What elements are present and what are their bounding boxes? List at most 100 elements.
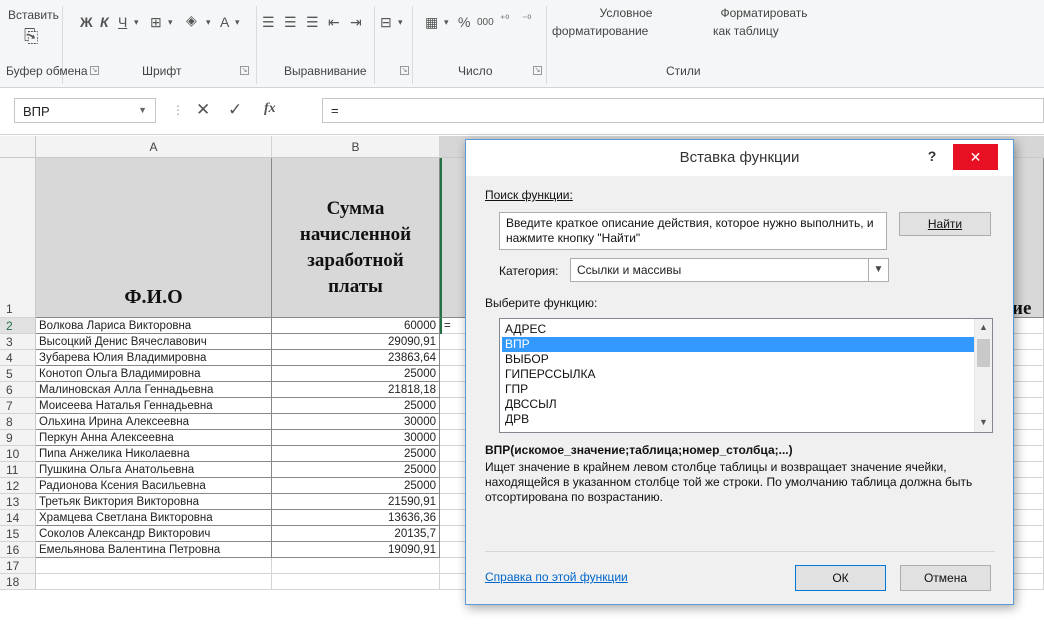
borders-icon[interactable]: ⊞ [150, 14, 162, 30]
row-header[interactable]: 6 [0, 382, 36, 398]
function-item[interactable]: АДРЕС [502, 322, 974, 337]
scroll-down-icon[interactable]: ▼ [975, 414, 992, 431]
cell-name[interactable]: Храмцева Светлана Викторовна [36, 510, 272, 526]
row-header[interactable]: 17 [0, 558, 36, 574]
font-color-dropdown-icon[interactable]: ▾ [235, 14, 240, 30]
paste-icon[interactable]: ⎘ [24, 27, 38, 45]
row-header[interactable]: 15 [0, 526, 36, 542]
thousands-button[interactable]: 000 [477, 15, 494, 31]
formula-input[interactable]: = [322, 98, 1044, 123]
italic-button[interactable]: К [100, 14, 109, 30]
row-header[interactable]: 12 [0, 478, 36, 494]
name-box-dropdown-icon[interactable]: ▼ [138, 105, 147, 115]
help-icon[interactable]: ? [920, 144, 944, 168]
cell-value[interactable]: 25000 [272, 462, 440, 478]
function-item[interactable]: ГПР [502, 382, 974, 397]
cell-name[interactable]: Перкун Анна Алексеевна [36, 430, 272, 446]
active-cell-c2[interactable]: = [444, 318, 451, 334]
insert-function-button[interactable]: fx [264, 101, 276, 117]
category-dropdown-icon[interactable]: ▼ [868, 259, 888, 281]
column-header-a[interactable]: A [36, 136, 272, 158]
cell-value[interactable]: 30000 [272, 414, 440, 430]
number-format-dropdown-icon[interactable]: ▾ [444, 14, 449, 30]
function-list[interactable]: АДРЕС ВПР ВЫБОР ГИПЕРССЫЛКА ГПР ДВССЫЛ Д… [499, 318, 993, 433]
cell-value[interactable]: 25000 [272, 366, 440, 382]
underline-button[interactable]: Ч [118, 14, 127, 30]
row-header[interactable]: 9 [0, 430, 36, 446]
bold-button[interactable]: Ж [80, 14, 93, 30]
row-header[interactable]: 11 [0, 462, 36, 478]
number-launcher-icon[interactable]: ↘ [533, 66, 542, 75]
function-item[interactable]: ГИПЕРССЫЛКА [502, 367, 974, 382]
cell-value[interactable] [272, 558, 440, 574]
cell-value[interactable]: 21818,18 [272, 382, 440, 398]
borders-dropdown-icon[interactable]: ▾ [168, 14, 173, 30]
cell-value[interactable] [272, 574, 440, 590]
row-header[interactable]: 14 [0, 510, 36, 526]
header-fio-cell[interactable]: Ф.И.О [36, 158, 272, 318]
percent-button[interactable]: % [458, 14, 470, 30]
scroll-up-icon[interactable]: ▲ [975, 319, 992, 336]
function-item[interactable]: ВЫБОР [502, 352, 974, 367]
cell-value[interactable]: 23863,64 [272, 350, 440, 366]
align-right-icon[interactable]: ☰ [306, 14, 319, 30]
cell-value[interactable]: 19090,91 [272, 542, 440, 558]
paste-button[interactable]: Вставить [8, 8, 59, 22]
row-header[interactable]: 5 [0, 366, 36, 382]
cell-name[interactable]: Волкова Лариса Викторовна [36, 318, 272, 334]
cell-name[interactable]: Моисеева Наталья Геннадьевна [36, 398, 272, 414]
row-header[interactable]: 3 [0, 334, 36, 350]
clipboard-launcher-icon[interactable]: ↘ [90, 66, 99, 75]
name-box[interactable]: ВПР ▼ [14, 98, 156, 123]
cell-value[interactable]: 25000 [272, 446, 440, 462]
cell-name[interactable]: Зубарева Юлия Владимировна [36, 350, 272, 366]
increase-indent-icon[interactable]: ⇥ [350, 14, 362, 30]
enter-formula-icon[interactable]: ✓ [228, 100, 242, 120]
select-all-corner[interactable] [0, 136, 36, 158]
category-select[interactable]: Ссылки и массивы ▼ [570, 258, 889, 282]
font-launcher-icon[interactable]: ↘ [240, 66, 249, 75]
row-header[interactable]: 4 [0, 350, 36, 366]
cell-value[interactable]: 30000 [272, 430, 440, 446]
scroll-thumb[interactable] [977, 339, 990, 367]
function-list-scrollbar[interactable]: ▲ ▼ [974, 319, 992, 432]
cell-name[interactable]: Третьяк Виктория Викторовна [36, 494, 272, 510]
header-sum-cell[interactable]: Сумма начисленной заработной платы [272, 158, 440, 318]
row-header[interactable]: 18 [0, 574, 36, 590]
cell-value[interactable]: 20135,7 [272, 526, 440, 542]
fill-dropdown-icon[interactable]: ▾ [206, 14, 211, 30]
cell-name[interactable]: Пипа Анжелика Николаевна [36, 446, 272, 462]
conditional-format-label-1[interactable]: Условное [566, 6, 686, 20]
row-header[interactable]: 2 [0, 318, 36, 334]
cell-name[interactable] [36, 574, 272, 590]
font-color-icon[interactable]: A [220, 14, 229, 30]
cell-value[interactable]: 13636,36 [272, 510, 440, 526]
decrease-indent-icon[interactable]: ⇤ [328, 14, 340, 30]
cancel-button[interactable]: Отмена [900, 565, 991, 591]
merge-dropdown-icon[interactable]: ▾ [398, 14, 403, 30]
increase-decimal-icon[interactable]: ⁺⁰ [500, 12, 509, 28]
close-button[interactable]: ✕ [953, 144, 998, 170]
cell-name[interactable]: Конотоп Ольга Владимировна [36, 366, 272, 382]
fill-color-icon[interactable]: ◈ [186, 12, 197, 28]
cell-value[interactable]: 25000 [272, 478, 440, 494]
alignment-launcher-icon[interactable]: ↘ [400, 66, 409, 75]
underline-dropdown-icon[interactable]: ▾ [134, 14, 139, 30]
cell-name[interactable]: Высоцкий Денис Вячеславович [36, 334, 272, 350]
cell-name[interactable]: Ольхина Ирина Алексеевна [36, 414, 272, 430]
row-header[interactable]: 8 [0, 414, 36, 430]
cancel-formula-icon[interactable]: ✕ [196, 100, 210, 120]
conditional-format-label-2[interactable]: форматирование [552, 24, 648, 38]
function-help-link[interactable]: Справка по этой функции [485, 570, 628, 584]
function-item[interactable]: ДРВ [502, 412, 974, 427]
function-item-selected[interactable]: ВПР [502, 337, 974, 352]
cell-name[interactable] [36, 558, 272, 574]
search-function-input[interactable]: Введите краткое описание действия, котор… [499, 212, 887, 250]
row-header[interactable]: 7 [0, 398, 36, 414]
align-left-icon[interactable]: ☰ [262, 14, 275, 30]
decrease-decimal-icon[interactable]: ⁻⁰ [522, 12, 531, 28]
row-header[interactable]: 13 [0, 494, 36, 510]
ok-button[interactable]: ОК [795, 565, 886, 591]
column-header-b[interactable]: B [272, 136, 440, 158]
format-as-table-label-2[interactable]: как таблицу [713, 24, 779, 38]
